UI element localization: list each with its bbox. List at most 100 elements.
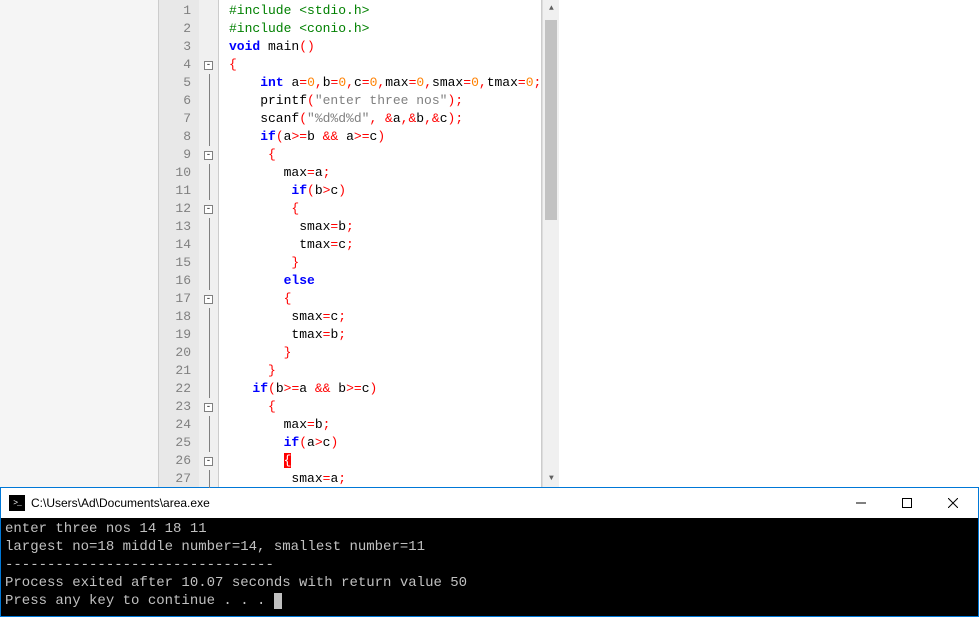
fold-cell[interactable]: - xyxy=(199,452,218,470)
minimize-button[interactable] xyxy=(838,488,884,518)
vertical-scrollbar[interactable]: ▲ ▼ xyxy=(542,0,559,487)
fold-cell xyxy=(199,272,218,290)
line-number: 17 xyxy=(165,290,191,308)
fold-cell xyxy=(199,470,218,488)
code-line[interactable]: } xyxy=(229,362,541,380)
close-button[interactable] xyxy=(930,488,976,518)
console-window: C:\Users\Ad\Documents\area.exe enter thr… xyxy=(0,487,979,617)
fold-cell xyxy=(199,182,218,200)
line-number: 5 xyxy=(165,74,191,92)
fold-cell xyxy=(199,416,218,434)
fold-cell xyxy=(199,344,218,362)
line-number: 26 xyxy=(165,452,191,470)
code-line[interactable]: { xyxy=(229,200,541,218)
fold-cell[interactable]: - xyxy=(199,290,218,308)
code-line[interactable]: } xyxy=(229,254,541,272)
maximize-button[interactable] xyxy=(884,488,930,518)
code-line[interactable]: { xyxy=(229,56,541,74)
line-number: 16 xyxy=(165,272,191,290)
fold-cell xyxy=(199,326,218,344)
line-number: 1 xyxy=(165,2,191,20)
line-number: 8 xyxy=(165,128,191,146)
fold-cell xyxy=(199,218,218,236)
fold-toggle-icon[interactable]: - xyxy=(204,457,213,466)
line-number: 19 xyxy=(165,326,191,344)
code-line[interactable]: if(b>c) xyxy=(229,182,541,200)
code-line[interactable]: { xyxy=(229,398,541,416)
console-output[interactable]: enter three nos 14 18 11 largest no=18 m… xyxy=(1,518,978,616)
line-number: 10 xyxy=(165,164,191,182)
fold-cell xyxy=(199,38,218,56)
line-number-gutter: 1234567891011121314151617181920212223242… xyxy=(159,0,199,487)
code-line[interactable]: if(b>=a && b>=c) xyxy=(229,380,541,398)
fold-toggle-icon[interactable]: - xyxy=(204,403,213,412)
fold-cell xyxy=(199,254,218,272)
line-number: 22 xyxy=(165,380,191,398)
code-line[interactable]: { xyxy=(229,146,541,164)
scroll-down-arrow[interactable]: ▼ xyxy=(543,470,559,487)
code-line[interactable]: } xyxy=(229,344,541,362)
fold-toggle-icon[interactable]: - xyxy=(204,61,213,70)
scroll-up-arrow[interactable]: ▲ xyxy=(543,0,559,17)
console-title: C:\Users\Ad\Documents\area.exe xyxy=(31,496,838,510)
code-line[interactable]: #include <conio.h> xyxy=(229,20,541,38)
editor-pane: 1234567891011121314151617181920212223242… xyxy=(0,0,979,487)
line-number: 20 xyxy=(165,344,191,362)
code-line[interactable]: { xyxy=(229,452,541,470)
fold-cell[interactable]: - xyxy=(199,146,218,164)
line-number: 24 xyxy=(165,416,191,434)
code-line[interactable]: void main() xyxy=(229,38,541,56)
line-number: 12 xyxy=(165,200,191,218)
line-number: 7 xyxy=(165,110,191,128)
code-editor[interactable]: 1234567891011121314151617181920212223242… xyxy=(159,0,542,487)
fold-cell xyxy=(199,434,218,452)
fold-toggle-icon[interactable]: - xyxy=(204,151,213,160)
scroll-thumb[interactable] xyxy=(545,20,557,220)
code-line[interactable]: #include <stdio.h> xyxy=(229,2,541,20)
code-line[interactable]: max=a; xyxy=(229,164,541,182)
left-margin xyxy=(0,0,159,487)
line-number: 18 xyxy=(165,308,191,326)
code-line[interactable]: if(a>=b && a>=c) xyxy=(229,128,541,146)
fold-cell xyxy=(199,236,218,254)
code-line[interactable]: smax=c; xyxy=(229,308,541,326)
code-line[interactable]: { xyxy=(229,290,541,308)
line-number: 27 xyxy=(165,470,191,488)
fold-toggle-icon[interactable]: - xyxy=(204,205,213,214)
line-number: 14 xyxy=(165,236,191,254)
console-titlebar[interactable]: C:\Users\Ad\Documents\area.exe xyxy=(1,488,978,518)
fold-cell xyxy=(199,92,218,110)
line-number: 3 xyxy=(165,38,191,56)
fold-cell xyxy=(199,380,218,398)
line-number: 9 xyxy=(165,146,191,164)
fold-cell xyxy=(199,164,218,182)
line-number: 2 xyxy=(165,20,191,38)
line-number: 13 xyxy=(165,218,191,236)
fold-cell[interactable]: - xyxy=(199,398,218,416)
code-line[interactable]: scanf("%d%d%d", &a,&b,&c); xyxy=(229,110,541,128)
code-line[interactable]: else xyxy=(229,272,541,290)
code-line[interactable]: int a=0,b=0,c=0,max=0,smax=0,tmax=0; xyxy=(229,74,541,92)
code-area[interactable]: #include <stdio.h>#include <conio.h>void… xyxy=(219,0,541,487)
code-line[interactable]: smax=a; xyxy=(229,470,541,487)
fold-cell xyxy=(199,74,218,92)
line-number: 11 xyxy=(165,182,191,200)
fold-cell xyxy=(199,128,218,146)
fold-cell[interactable]: - xyxy=(199,56,218,74)
line-number: 23 xyxy=(165,398,191,416)
line-number: 25 xyxy=(165,434,191,452)
fold-column[interactable]: - - - - - - xyxy=(199,0,219,487)
code-line[interactable]: tmax=b; xyxy=(229,326,541,344)
fold-cell[interactable]: - xyxy=(199,200,218,218)
line-number: 21 xyxy=(165,362,191,380)
code-line[interactable]: if(a>c) xyxy=(229,434,541,452)
fold-toggle-icon[interactable]: - xyxy=(204,295,213,304)
line-number: 15 xyxy=(165,254,191,272)
line-number: 4 xyxy=(165,56,191,74)
code-line[interactable]: tmax=c; xyxy=(229,236,541,254)
fold-cell xyxy=(199,362,218,380)
code-line[interactable]: max=b; xyxy=(229,416,541,434)
line-number: 6 xyxy=(165,92,191,110)
code-line[interactable]: printf("enter three nos"); xyxy=(229,92,541,110)
code-line[interactable]: smax=b; xyxy=(229,218,541,236)
